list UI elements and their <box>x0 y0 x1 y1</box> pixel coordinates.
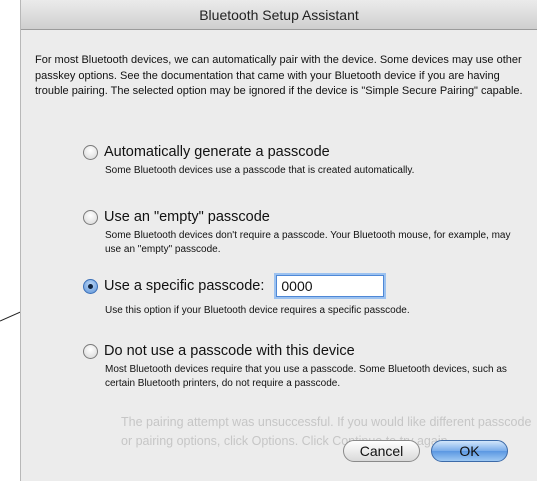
radio-specific-passcode[interactable] <box>83 278 98 294</box>
option-label: Automatically generate a passcode <box>104 144 330 160</box>
option-label: Use an "empty" passcode <box>104 209 270 225</box>
option-description: Some Bluetooth devices use a passcode th… <box>105 165 415 176</box>
option-auto-passcode[interactable]: Automatically generate a passcode Some B… <box>83 144 523 178</box>
option-empty-passcode[interactable]: Use an "empty" passcode Some Bluetooth d… <box>83 209 523 257</box>
option-specific-passcode[interactable]: Use a specific passcode: Use this option… <box>83 275 523 318</box>
intro-text: For most Bluetooth devices, we can autom… <box>35 54 523 97</box>
option-label: Do not use a passcode with this device <box>104 343 355 359</box>
radio-no-passcode[interactable] <box>83 343 98 359</box>
radio-auto-passcode[interactable] <box>83 144 98 160</box>
option-label: Use a specific passcode: <box>104 278 265 294</box>
option-description: Most Bluetooth devices require that you … <box>105 364 507 389</box>
cancel-button[interactable]: Cancel <box>343 440 420 462</box>
title-bar: Bluetooth Setup Assistant <box>21 0 537 30</box>
option-description: Some Bluetooth devices don't require a p… <box>105 230 511 255</box>
passcode-input[interactable] <box>276 275 385 297</box>
window-title: Bluetooth Setup Assistant <box>199 7 359 23</box>
option-description: Use this option if your Bluetooth device… <box>105 305 410 316</box>
option-no-passcode[interactable]: Do not use a passcode with this device M… <box>83 343 523 391</box>
bluetooth-setup-dialog: Bluetooth Setup Assistant The pairing at… <box>20 0 537 481</box>
radio-empty-passcode[interactable] <box>83 209 98 225</box>
ok-button[interactable]: OK <box>431 440 508 462</box>
